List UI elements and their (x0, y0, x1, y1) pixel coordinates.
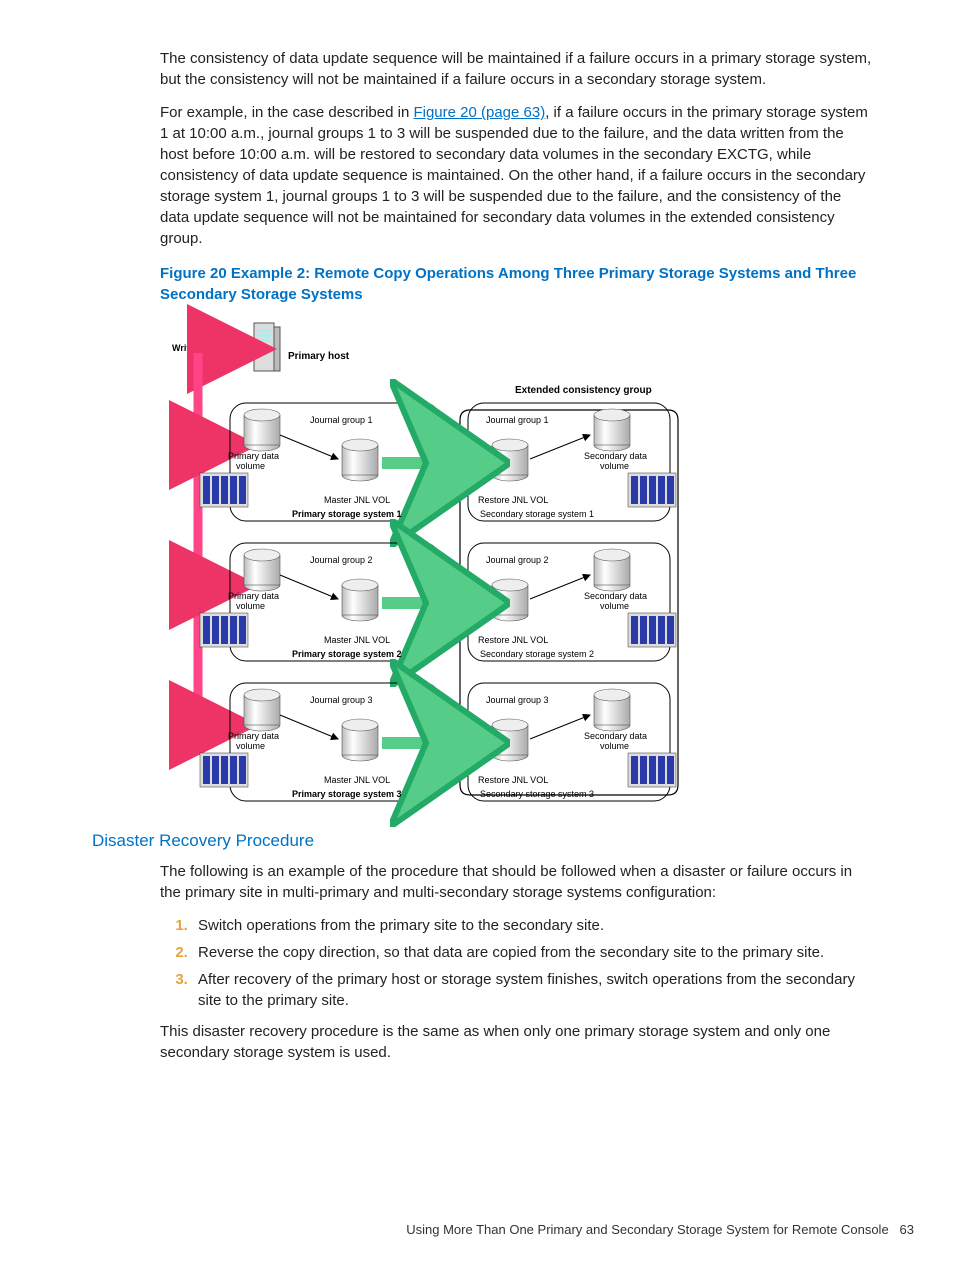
section-heading: Disaster Recovery Procedure (92, 829, 914, 853)
svg-text:Primary data: Primary data (228, 451, 279, 461)
page-number: 63 (900, 1222, 914, 1237)
svg-text:Primary storage system 1: Primary storage system 1 (292, 509, 402, 519)
svg-text:Master JNL VOL: Master JNL VOL (324, 775, 390, 785)
footer-text: Using More Than One Primary and Secondar… (406, 1222, 888, 1237)
svg-text:Primary data: Primary data (228, 731, 279, 741)
step-2: Reverse the copy direction, so that data… (192, 942, 874, 963)
svg-text:Secondary data: Secondary data (584, 591, 647, 601)
svg-text:Journal group 1: Journal group 1 (486, 415, 549, 425)
svg-text:volume: volume (236, 601, 265, 611)
svg-text:Restore JNL VOL: Restore JNL VOL (478, 495, 548, 505)
figure-caption: Figure 20 Example 2: Remote Copy Operati… (160, 263, 874, 305)
svg-text:Journal group 3: Journal group 3 (486, 695, 549, 705)
svg-text:Journal group 1: Journal group 1 (310, 415, 373, 425)
paragraph-4: This disaster recovery procedure is the … (160, 1021, 874, 1063)
svg-text:Primary storage system 2: Primary storage system 2 (292, 649, 402, 659)
primary-host-icon (254, 323, 280, 371)
page-footer: Using More Than One Primary and Secondar… (406, 1221, 914, 1239)
procedure-list: Switch operations from the primary site … (160, 915, 874, 1011)
svg-text:volume: volume (600, 601, 629, 611)
primary-host-label: Primary host (288, 351, 350, 362)
paragraph-3: The following is an example of the proce… (160, 861, 874, 903)
write-data-label: Write data (172, 343, 216, 353)
svg-text:Primary data: Primary data (228, 591, 279, 601)
para2-a: For example, in the case described in (160, 104, 413, 121)
svg-text:Journal group 2: Journal group 2 (486, 555, 549, 565)
svg-text:Primary storage system 3: Primary storage system 3 (292, 789, 402, 799)
figure-20-diagram: Primary host Write data Extended consist… (160, 315, 690, 815)
svg-text:Journal group 3: Journal group 3 (310, 695, 373, 705)
svg-text:Secondary storage system 3: Secondary storage system 3 (480, 789, 594, 799)
svg-text:volume: volume (600, 461, 629, 471)
step-1: Switch operations from the primary site … (192, 915, 874, 936)
svg-text:Master JNL VOL: Master JNL VOL (324, 635, 390, 645)
paragraph-2: For example, in the case described in Fi… (160, 102, 874, 249)
figure20-link[interactable]: Figure 20 (page 63) (413, 104, 545, 121)
svg-text:volume: volume (236, 461, 265, 471)
para2-b: , if a failure occurs in the primary sto… (160, 104, 868, 247)
svg-text:volume: volume (236, 741, 265, 751)
step-3: After recovery of the primary host or st… (192, 969, 874, 1011)
svg-text:Secondary data: Secondary data (584, 731, 647, 741)
svg-text:Secondary storage system 1: Secondary storage system 1 (480, 509, 594, 519)
ecg-label: Extended consistency group (515, 385, 652, 396)
svg-text:Secondary data: Secondary data (584, 451, 647, 461)
svg-text:Master JNL VOL: Master JNL VOL (324, 495, 390, 505)
paragraph-1: The consistency of data update sequence … (160, 48, 874, 90)
svg-text:Restore JNL VOL: Restore JNL VOL (478, 775, 548, 785)
svg-text:Restore JNL VOL: Restore JNL VOL (478, 635, 548, 645)
svg-text:volume: volume (600, 741, 629, 751)
svg-text:Journal group 2: Journal group 2 (310, 555, 373, 565)
svg-text:Secondary storage system 2: Secondary storage system 2 (480, 649, 594, 659)
